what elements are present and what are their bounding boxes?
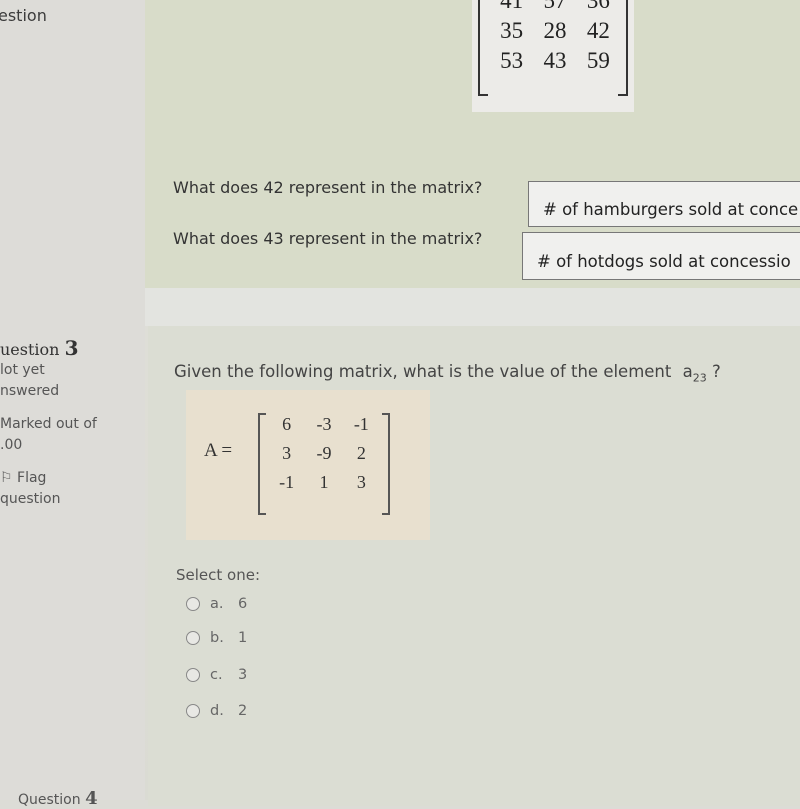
radio-button[interactable] xyxy=(186,597,200,611)
matrix-cell: 59 xyxy=(586,48,610,73)
select-one-label: Select one: xyxy=(176,566,261,584)
option-c[interactable]: c. 3 xyxy=(186,667,247,683)
matrix-cell: 2 xyxy=(356,443,366,463)
matrix-cell: 41 xyxy=(500,0,524,13)
sales-matrix: 41 57 36 35 28 42 53 43 59 xyxy=(472,0,634,112)
option-value: 2 xyxy=(238,703,248,719)
matrix-a: A = 6 -3 -1 3 -9 2 -1 1 3 xyxy=(186,390,430,540)
matrix-a-label: A = xyxy=(204,440,233,461)
question-label: uestion xyxy=(0,340,60,359)
right-bracket xyxy=(382,413,390,515)
question-status-cont: nswered xyxy=(0,383,60,399)
sales-matrix-grid: 41 57 36 35 28 42 53 43 59 xyxy=(490,0,620,74)
matrix-cell: -9 xyxy=(316,443,332,463)
option-letter: d. xyxy=(210,703,224,719)
option-value: 6 xyxy=(238,596,248,612)
card-separator xyxy=(145,288,800,326)
matrix-a-grid: 6 -3 -1 3 -9 2 -1 1 3 xyxy=(268,414,380,493)
matrix-cell: 3 xyxy=(282,443,292,463)
option-a[interactable]: a. 6 xyxy=(186,596,247,612)
flag-icon: ⚐ xyxy=(0,470,13,486)
sub-question-1-answer-select[interactable]: # of hamburgers sold at conce xyxy=(528,181,800,227)
radio-button[interactable] xyxy=(186,704,200,718)
option-letter: a. xyxy=(210,596,224,612)
question-text-main: Given the following matrix, what is the … xyxy=(174,362,672,381)
next-question-text: Question xyxy=(18,792,81,808)
sub-question-1-prompt: What does 42 represent in the matrix? xyxy=(173,178,483,197)
element-symbol: a23 xyxy=(682,362,707,385)
question-number-label: uestion 3 xyxy=(0,338,140,360)
option-d[interactable]: d. 2 xyxy=(186,703,247,719)
question-marks-value: .00 xyxy=(0,437,23,453)
question-info: uestion 3 lot yet nswered Marked out of … xyxy=(0,338,140,510)
question-number: 3 xyxy=(64,336,79,360)
flag-question-label-cont[interactable]: question xyxy=(0,489,140,510)
flag-question-button[interactable]: ⚐ Flag xyxy=(0,468,140,489)
matrix-cell: 35 xyxy=(500,18,524,43)
matrix-cell: -3 xyxy=(316,414,332,434)
matrix-cell: 6 xyxy=(282,414,292,434)
element-subscript: 23 xyxy=(692,371,707,385)
right-bracket xyxy=(618,0,628,96)
matrix-cell: 43 xyxy=(543,48,567,73)
matrix-cell: -1 xyxy=(353,414,369,434)
option-b[interactable]: b. 1 xyxy=(186,630,247,646)
matrix-cell: 1 xyxy=(319,472,329,492)
radio-button[interactable] xyxy=(186,631,200,645)
element-base: a xyxy=(682,362,693,381)
option-value: 3 xyxy=(238,667,248,683)
next-question-label: Question 4 xyxy=(18,788,98,809)
flag-label: Flag xyxy=(17,470,47,486)
sub-question-2-answer-select[interactable]: # of hotdogs sold at concessio xyxy=(522,232,800,280)
matrix-cell: 3 xyxy=(356,472,366,492)
matrix-cell: -1 xyxy=(279,472,295,492)
left-bracket xyxy=(478,0,488,96)
matrix-cell: 42 xyxy=(586,18,610,43)
option-value: 1 xyxy=(238,630,248,646)
question-marks: Marked out of xyxy=(0,416,97,432)
matrix-cell: 53 xyxy=(500,48,524,73)
option-letter: b. xyxy=(210,630,224,646)
question-mark: ? xyxy=(706,362,721,381)
left-bracket xyxy=(258,413,266,515)
option-letter: c. xyxy=(210,667,223,683)
previous-question-flag-label[interactable]: estion xyxy=(0,6,47,25)
matrix-cell: 36 xyxy=(586,0,610,13)
radio-button[interactable] xyxy=(186,668,200,682)
matrix-cell: 57 xyxy=(543,0,567,13)
sub-question-2-prompt: What does 43 represent in the matrix? xyxy=(173,229,483,248)
question-status: lot yet xyxy=(0,362,45,378)
matrix-cell: 28 xyxy=(543,18,567,43)
question-text: Given the following matrix, what is the … xyxy=(174,362,721,384)
next-question-number: 4 xyxy=(85,788,98,809)
